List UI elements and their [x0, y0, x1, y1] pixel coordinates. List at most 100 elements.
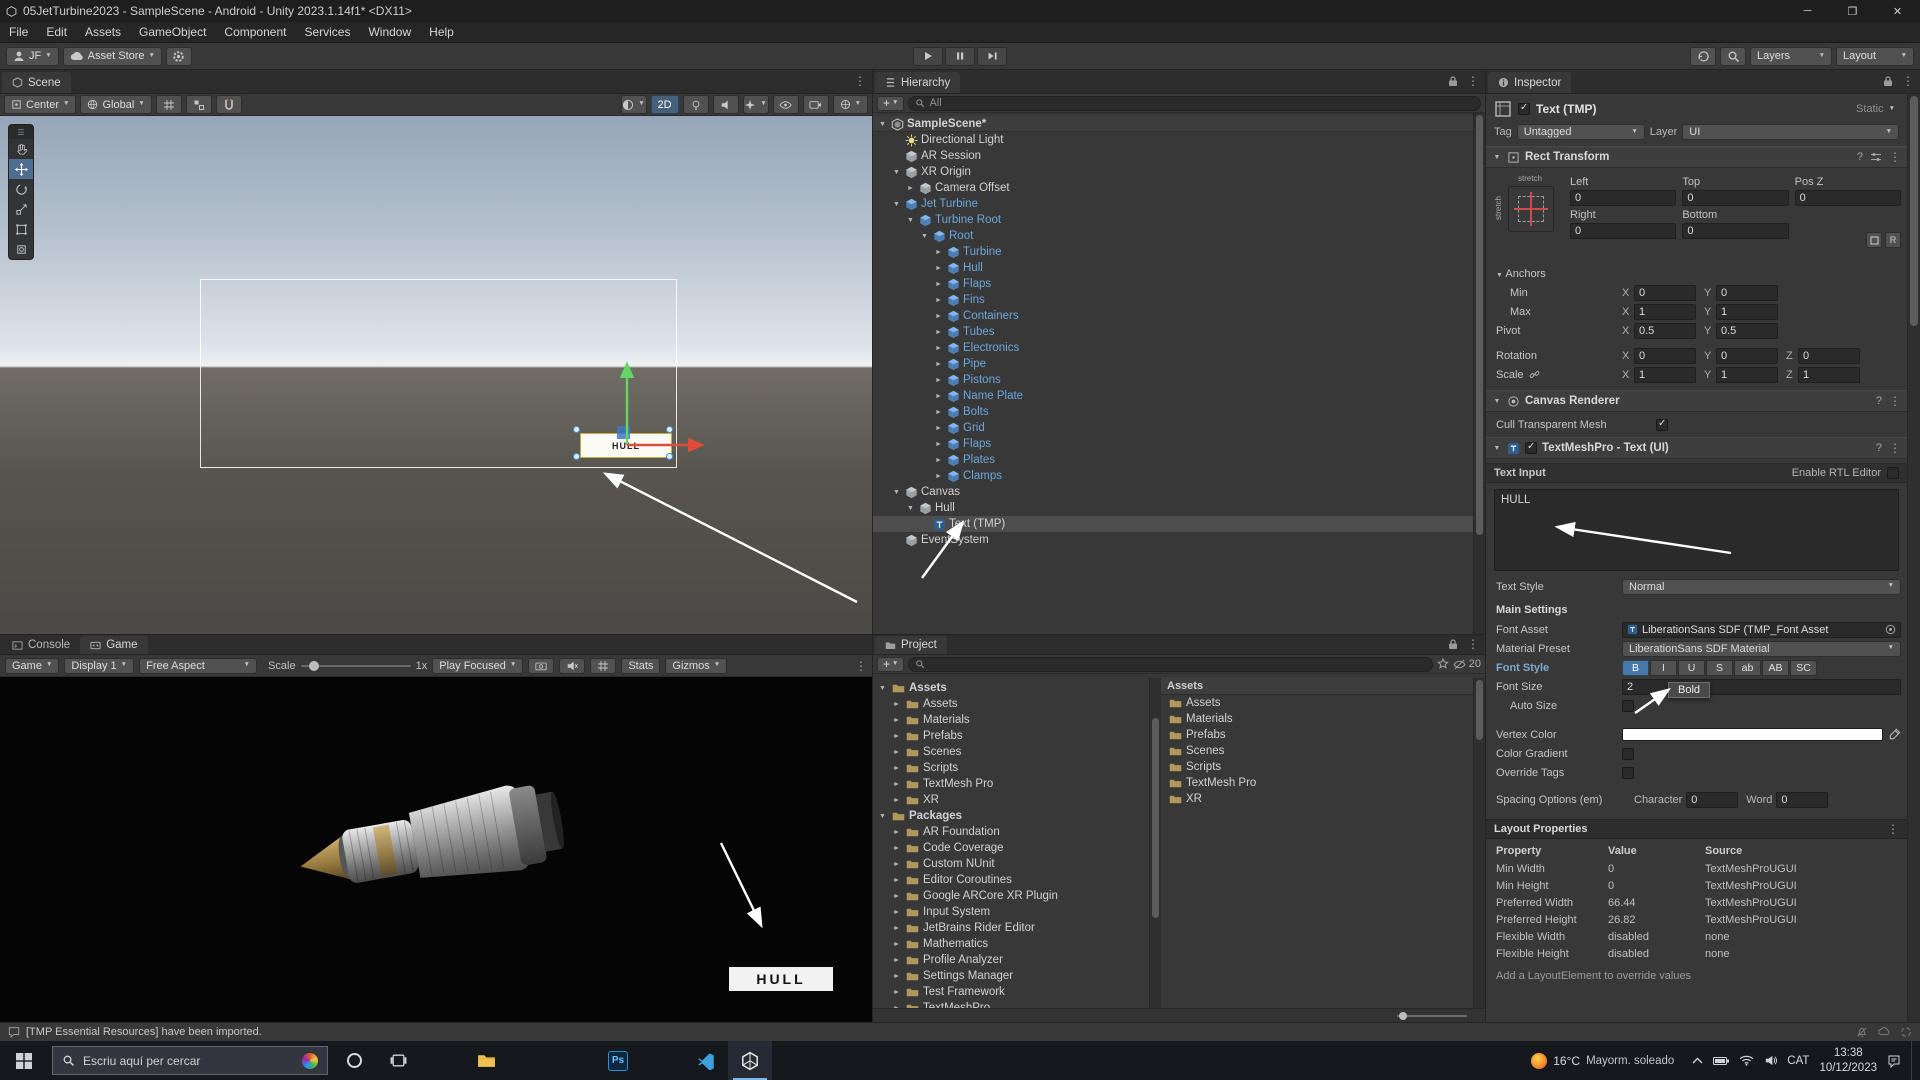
project-item-scenes[interactable]: Scenes: [1161, 743, 1485, 759]
asset-store-dropdown[interactable]: Asset Store▼: [63, 47, 162, 66]
menu-gameobject[interactable]: GameObject: [130, 22, 215, 42]
foldout-arrow[interactable]: ▼: [1492, 398, 1502, 405]
bottom-field[interactable]: 0: [1682, 223, 1788, 239]
aspect-dropdown[interactable]: Free Aspect▼: [139, 658, 257, 674]
hidden-icons-chevron[interactable]: [1692, 1057, 1703, 1064]
foldout-arrow[interactable]: ►: [891, 957, 902, 964]
hierarchy-item-flaps[interactable]: ►Flaps: [873, 276, 1485, 292]
rect-handle[interactable]: [573, 426, 580, 433]
project-folder-google-arcore-xr-plugin[interactable]: ►Google ARCore XR Plugin: [873, 888, 1160, 904]
rotation-y-field[interactable]: 0: [1716, 348, 1778, 364]
game-target-dropdown[interactable]: Game▼: [5, 658, 59, 674]
menu-help[interactable]: Help: [420, 22, 463, 42]
foldout-arrow[interactable]: ►: [891, 925, 902, 932]
layers-dropdown[interactable]: Layers▼: [1750, 47, 1832, 66]
vertex-color-field[interactable]: [1622, 728, 1883, 741]
snap-settings-button[interactable]: [186, 95, 212, 114]
font-style-i-button[interactable]: I: [1650, 660, 1677, 676]
inspector-scrollbar[interactable]: [1907, 94, 1920, 1022]
maximize-button[interactable]: ❐: [1830, 0, 1875, 22]
scene-lighting-button[interactable]: [683, 95, 709, 114]
foldout-arrow[interactable]: ►: [933, 249, 944, 256]
link-icon[interactable]: [1529, 369, 1540, 380]
foldout-arrow[interactable]: ►: [891, 877, 902, 884]
text-style-dropdown[interactable]: Normal▼: [1622, 579, 1901, 595]
hierarchy-item-canvas[interactable]: ▼Canvas: [873, 484, 1485, 500]
hierarchy-item-directional-light[interactable]: Directional Light: [873, 132, 1485, 148]
foldout-arrow[interactable]: ▼: [891, 489, 902, 496]
hidden-items-indicator[interactable]: 20: [1453, 658, 1481, 670]
foldout-arrow[interactable]: ▼: [877, 121, 888, 128]
foldout-arrow[interactable]: ►: [891, 861, 902, 868]
tab-hierarchy[interactable]: Hierarchy: [875, 72, 960, 93]
rotate-tool-button[interactable]: [9, 179, 33, 199]
foldout-arrow[interactable]: ►: [933, 441, 944, 448]
hierarchy-panel-menu-icon[interactable]: ⋮: [1467, 75, 1479, 87]
canvas-renderer-header[interactable]: ▼ Canvas Renderer ?⋮: [1486, 390, 1907, 412]
foldout-arrow[interactable]: ►: [891, 749, 902, 756]
cull-transparent-mesh-checkbox[interactable]: [1656, 419, 1668, 431]
project-panel-menu-icon[interactable]: ⋮: [1467, 638, 1479, 650]
project-folder-settings-manager[interactable]: ►Settings Manager: [873, 968, 1160, 984]
project-folder-test-framework[interactable]: ►Test Framework: [873, 984, 1160, 1000]
project-folder-materials[interactable]: ►Materials: [873, 712, 1160, 728]
transform-tool-button[interactable]: [9, 239, 33, 259]
pivot-y-field[interactable]: 0.5: [1716, 323, 1778, 339]
eyedropper-icon[interactable]: [1888, 728, 1901, 741]
foldout-arrow[interactable]: ▼: [1492, 445, 1502, 452]
foldout-arrow[interactable]: ►: [933, 361, 944, 368]
project-item-textmesh-pro[interactable]: TextMesh Pro: [1161, 775, 1485, 791]
scene-visibility-button[interactable]: [773, 95, 799, 114]
font-asset-object-field[interactable]: LiberationSans SDF (TMP_Font Asset: [1622, 622, 1901, 638]
icon-size-slider[interactable]: [1397, 1015, 1467, 1017]
override-tags-checkbox[interactable]: [1622, 767, 1634, 779]
material-preset-dropdown[interactable]: LiberationSans SDF Material▼: [1622, 641, 1901, 657]
pause-button[interactable]: [945, 47, 975, 66]
scene-effects-dropdown[interactable]: ▼: [743, 95, 769, 114]
toggle-2d-button[interactable]: 2D: [651, 95, 679, 114]
project-item-prefabs[interactable]: Prefabs: [1161, 727, 1485, 743]
scene-viewport[interactable]: ☰ HULL: [0, 116, 872, 634]
anchor-max-x-field[interactable]: 1: [1634, 304, 1696, 320]
foldout-arrow[interactable]: ►: [933, 281, 944, 288]
weather-widget[interactable]: 16°C Mayorm. soleado: [1523, 1053, 1682, 1069]
lock-icon[interactable]: [1448, 639, 1458, 650]
anchor-presets-button[interactable]: [1508, 186, 1554, 232]
view-tool-button[interactable]: [9, 139, 33, 159]
grid-visibility-button[interactable]: [156, 95, 182, 114]
rotation-z-field[interactable]: 0: [1798, 348, 1860, 364]
search-highlights-icon[interactable]: [302, 1053, 318, 1069]
taskbar-app-file-explorer[interactable]: [464, 1041, 508, 1080]
foldout-arrow[interactable]: ▼: [1492, 154, 1502, 161]
tab-scene[interactable]: Scene: [2, 72, 71, 93]
taskbar-app-chrome-profile-2[interactable]: [640, 1041, 684, 1080]
taskbar-app-firefox[interactable]: [420, 1041, 464, 1080]
game-panel-menu-icon[interactable]: ⋮: [855, 660, 867, 672]
play-button[interactable]: [913, 47, 943, 66]
hierarchy-item-samplescene[interactable]: ▼SampleScene*: [873, 116, 1485, 132]
pivot-x-field[interactable]: 0.5: [1634, 323, 1696, 339]
foldout-arrow[interactable]: ►: [891, 973, 902, 980]
hierarchy-item-turbine-root[interactable]: ▼Turbine Root: [873, 212, 1485, 228]
rtl-checkbox[interactable]: [1887, 467, 1899, 479]
foldout-arrow[interactable]: ►: [891, 701, 902, 708]
font-style-s-button[interactable]: S: [1706, 660, 1733, 676]
hierarchy-scrollbar[interactable]: [1473, 113, 1485, 634]
project-folder-prefabs[interactable]: ►Prefabs: [873, 728, 1160, 744]
character-spacing-field[interactable]: 0: [1686, 792, 1738, 808]
favorite-star-icon[interactable]: [1437, 658, 1449, 670]
font-style-b-button[interactable]: B: [1622, 660, 1649, 676]
text-input-area[interactable]: HULL: [1494, 489, 1899, 571]
anchor-min-y-field[interactable]: 0: [1716, 285, 1778, 301]
hierarchy-item-clamps[interactable]: ►Clamps: [873, 468, 1485, 484]
hierarchy-item-turbine[interactable]: ►Turbine: [873, 244, 1485, 260]
foldout-arrow[interactable]: ►: [891, 717, 902, 724]
background-activity-icon[interactable]: [1900, 1026, 1912, 1038]
scale-y-field[interactable]: 1: [1716, 367, 1778, 383]
pos-z-field[interactable]: 0: [1795, 190, 1901, 206]
hierarchy-item-text-tmp[interactable]: Text (TMP): [873, 516, 1485, 532]
foldout-arrow[interactable]: ►: [891, 941, 902, 948]
foldout-arrow[interactable]: ►: [933, 345, 944, 352]
foldout-arrow[interactable]: ►: [891, 909, 902, 916]
foldout-arrow[interactable]: ►: [933, 409, 944, 416]
